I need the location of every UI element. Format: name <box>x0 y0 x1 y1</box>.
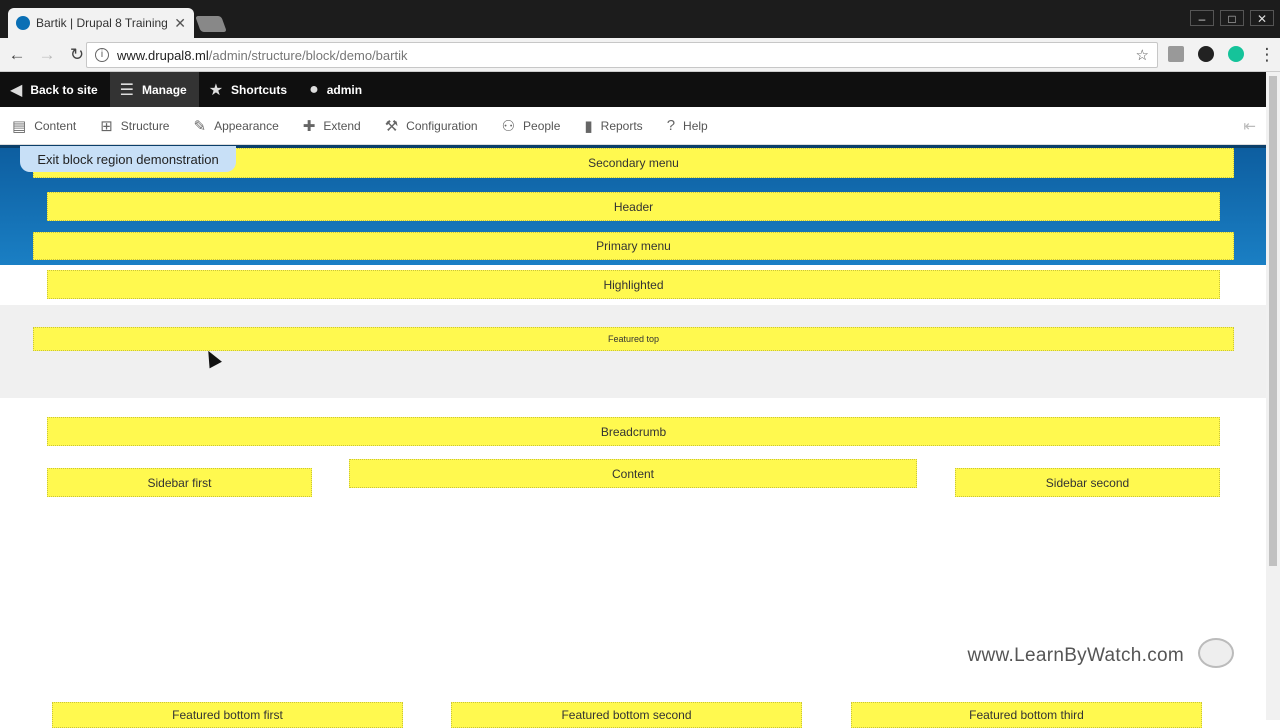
tray-item-label: Help <box>683 118 708 133</box>
close-window-icon[interactable]: ✕ <box>1250 10 1274 26</box>
tray-item-configuration[interactable]: ⚒ Configuration <box>373 107 490 145</box>
help-icon: ? <box>666 117 676 134</box>
hamburger-icon: ☰ <box>119 81 135 99</box>
region-header: Header <box>47 192 1220 221</box>
tray-item-help[interactable]: ? Help <box>655 107 720 145</box>
info-icon[interactable]: i <box>95 48 109 62</box>
paintbrush-icon: ✎ <box>193 117 207 135</box>
back-circle-icon: ◀ <box>10 81 23 99</box>
tray-item-label: People <box>523 118 561 133</box>
star-icon: ★ <box>208 81 224 99</box>
admin-tray: ▤ Content ⊞ Structure ✎ Appearance ✚ Ext… <box>0 107 1266 145</box>
address-bar[interactable]: i www.drupal8.ml/admin/structure/block/d… <box>86 42 1158 68</box>
puzzle-icon: ✚ <box>302 117 316 135</box>
sitemap-icon: ⊞ <box>100 117 113 135</box>
bar-chart-icon: ▮ <box>584 117 593 135</box>
tray-item-label: Content <box>34 118 77 133</box>
url-path: /admin/structure/block/demo/bartik <box>208 47 408 63</box>
region-featured-bottom-third: Featured bottom third <box>851 702 1202 728</box>
user-icon: ● <box>309 80 319 98</box>
tray-item-label: Configuration <box>406 118 478 133</box>
scrollbar-thumb[interactable] <box>1269 76 1277 566</box>
region-content: Content <box>349 459 917 488</box>
back-arrow-icon[interactable]: ← <box>4 42 30 68</box>
tray-item-extend[interactable]: ✚ Extend <box>291 107 373 145</box>
drupal-favicon-icon <box>16 16 30 30</box>
tab-title: Bartik | Drupal 8 Training <box>36 16 168 30</box>
featured-band <box>0 305 1266 398</box>
tray-item-content[interactable]: ▤ Content <box>0 107 88 145</box>
tray-item-label: Extend <box>323 118 361 133</box>
file-icon: ▤ <box>12 117 27 135</box>
wrench-icon: ⚒ <box>384 117 399 135</box>
region-highlighted: Highlighted <box>47 270 1220 299</box>
menu-icon[interactable]: ⋮ <box>1254 42 1280 68</box>
collapse-tray-icon[interactable]: ⇤ <box>1243 117 1256 135</box>
user-label: admin <box>326 82 363 97</box>
maximize-icon[interactable]: □ <box>1220 10 1244 26</box>
tray-item-label: Reports <box>600 118 643 133</box>
admin-toolbar: ◀ Back to site ☰ Manage ★ Shortcuts ● ad… <box>0 72 1266 107</box>
browser-titlebar: Bartik | Drupal 8 Training ✕ – □ ✕ <box>0 0 1280 38</box>
window-controls: – □ ✕ <box>1190 10 1274 26</box>
browser-tab[interactable]: Bartik | Drupal 8 Training ✕ <box>8 8 194 38</box>
shortcuts-label: Shortcuts <box>231 82 288 97</box>
manage-label: Manage <box>142 82 187 97</box>
tray-item-structure[interactable]: ⊞ Structure <box>88 107 181 145</box>
people-icon: ⚇ <box>501 117 516 135</box>
grammarly-icon[interactable] <box>1228 46 1244 62</box>
tray-item-people[interactable]: ⚇ People <box>490 107 573 145</box>
minimize-icon[interactable]: – <box>1190 10 1214 26</box>
region-breadcrumb: Breadcrumb <box>47 417 1220 446</box>
tray-item-label: Structure <box>120 118 170 133</box>
exit-demonstration-button[interactable]: Exit block region demonstration <box>20 146 236 172</box>
region-primary-menu: Primary menu <box>33 232 1234 260</box>
shortcuts-tab[interactable]: ★ Shortcuts <box>199 72 299 107</box>
page-scrollbar[interactable] <box>1266 72 1280 720</box>
tray-item-label: Appearance <box>214 118 279 133</box>
forward-arrow-icon[interactable]: → <box>34 42 60 68</box>
region-sidebar-second: Sidebar second <box>955 468 1220 497</box>
extension-dark-icon[interactable] <box>1198 46 1214 62</box>
learnbywatch-logo-icon <box>1198 638 1234 668</box>
region-featured-bottom-second: Featured bottom second <box>451 702 802 728</box>
region-sidebar-first: Sidebar first <box>47 468 312 497</box>
region-featured-bottom-first: Featured bottom first <box>52 702 403 728</box>
bookmark-star-icon[interactable]: ☆ <box>1136 46 1149 64</box>
new-tab-button[interactable] <box>195 16 227 32</box>
tray-item-appearance[interactable]: ✎ Appearance <box>181 107 290 145</box>
user-tab[interactable]: ● admin <box>299 72 374 107</box>
manage-tab[interactable]: ☰ Manage <box>109 72 199 107</box>
close-tab-icon[interactable]: ✕ <box>174 15 186 32</box>
watermark-text: www.LearnByWatch.com <box>967 645 1184 666</box>
tray-item-reports[interactable]: ▮ Reports <box>572 107 654 145</box>
url-host: www.drupal8.ml <box>117 47 209 63</box>
browser-toolbar: ← → ↻ i www.drupal8.ml/admin/structure/b… <box>0 38 1280 72</box>
back-to-site-label: Back to site <box>30 82 98 97</box>
back-to-site-link[interactable]: ◀ Back to site <box>0 72 110 107</box>
extension-icon[interactable] <box>1168 46 1184 62</box>
